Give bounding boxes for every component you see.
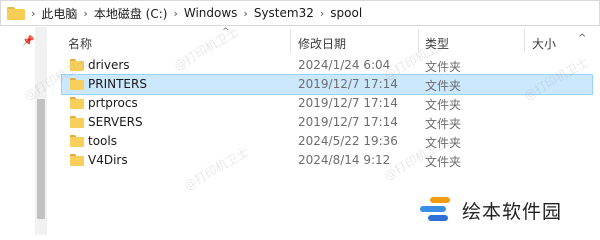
pin-icon[interactable]: 📌	[22, 36, 34, 47]
folder-icon	[70, 116, 84, 128]
item-name: tools	[88, 134, 117, 148]
column-header: ^ 名称 修改日期 类型 大小 ^	[48, 27, 600, 55]
sort-ascending-icon: ^	[222, 27, 230, 37]
chevron-right-icon[interactable]: ›	[173, 7, 177, 20]
column-date-modified[interactable]: 修改日期	[298, 35, 346, 52]
folder-icon	[7, 6, 25, 20]
nav-scroll-thumb[interactable]	[37, 99, 45, 219]
column-type[interactable]: 类型	[425, 35, 449, 52]
list-item[interactable]: prtprocs 2019/12/7 17:14 文件夹	[62, 94, 592, 113]
list-item[interactable]: drivers 2024/1/24 6:04 文件夹	[62, 56, 592, 75]
item-date: 2019/12/7 17:14	[298, 96, 398, 110]
item-type: 文件夹	[425, 155, 462, 169]
item-name: V4Dirs	[88, 153, 128, 167]
item-date: 2024/8/14 9:12	[298, 153, 391, 167]
chevron-right-icon[interactable]: ›	[243, 7, 247, 20]
item-name: drivers	[88, 58, 130, 72]
item-type: 文件夹	[425, 117, 462, 131]
item-type: 文件夹	[425, 60, 462, 74]
site-logo: 绘本软件园	[420, 190, 595, 230]
breadcrumb-this-pc[interactable]: 此电脑	[41, 5, 77, 22]
item-name: prtprocs	[88, 96, 138, 110]
logo-text: 绘本软件园	[462, 200, 563, 223]
chevron-right-icon[interactable]: ›	[83, 7, 87, 20]
address-bar[interactable]: › 此电脑 › 本地磁盘 (C:) › Windows › System32 ›…	[0, 0, 600, 26]
list-item[interactable]: SERVERS 2019/12/7 17:14 文件夹	[62, 113, 592, 132]
chevron-up-icon[interactable]: ^	[578, 33, 586, 44]
chevron-right-icon[interactable]: ›	[31, 7, 35, 20]
chevron-right-icon[interactable]: ›	[320, 7, 324, 20]
item-date: 2024/5/22 19:36	[298, 134, 398, 148]
folder-icon	[70, 135, 84, 147]
breadcrumb-system32[interactable]: System32	[254, 6, 314, 20]
column-name[interactable]: 名称	[68, 35, 92, 52]
item-type: 文件夹	[425, 79, 462, 93]
item-type: 文件夹	[425, 98, 462, 112]
column-divider[interactable]	[524, 29, 525, 53]
file-list: drivers 2024/1/24 6:04 文件夹 PRINTERS 2019…	[48, 56, 600, 170]
nav-scrollbar[interactable]	[35, 27, 47, 235]
list-item[interactable]: PRINTERS 2019/12/7 17:14 文件夹	[61, 74, 593, 95]
item-date: 2019/12/7 17:14	[298, 77, 398, 91]
column-divider[interactable]	[290, 29, 291, 53]
item-name: SERVERS	[88, 115, 143, 129]
item-date: 2019/12/7 17:14	[298, 115, 398, 129]
navigation-pane: 📌	[0, 27, 40, 235]
folder-icon	[70, 78, 84, 90]
breadcrumb-windows[interactable]: Windows	[184, 6, 238, 20]
item-date: 2024/1/24 6:04	[298, 58, 391, 72]
column-divider[interactable]	[418, 29, 419, 53]
column-size[interactable]: 大小	[532, 35, 556, 52]
item-type: 文件夹	[425, 136, 462, 150]
folder-icon	[70, 97, 84, 109]
folder-icon	[70, 154, 84, 166]
list-item[interactable]: tools 2024/5/22 19:36 文件夹	[62, 132, 592, 151]
folder-icon	[70, 59, 84, 71]
item-name: PRINTERS	[88, 77, 147, 91]
logo-mark-icon	[420, 193, 454, 227]
list-item[interactable]: V4Dirs 2024/8/14 9:12 文件夹	[62, 151, 592, 170]
breadcrumb-spool[interactable]: spool	[330, 6, 362, 20]
breadcrumb-local-disk[interactable]: 本地磁盘 (C:)	[94, 5, 168, 22]
